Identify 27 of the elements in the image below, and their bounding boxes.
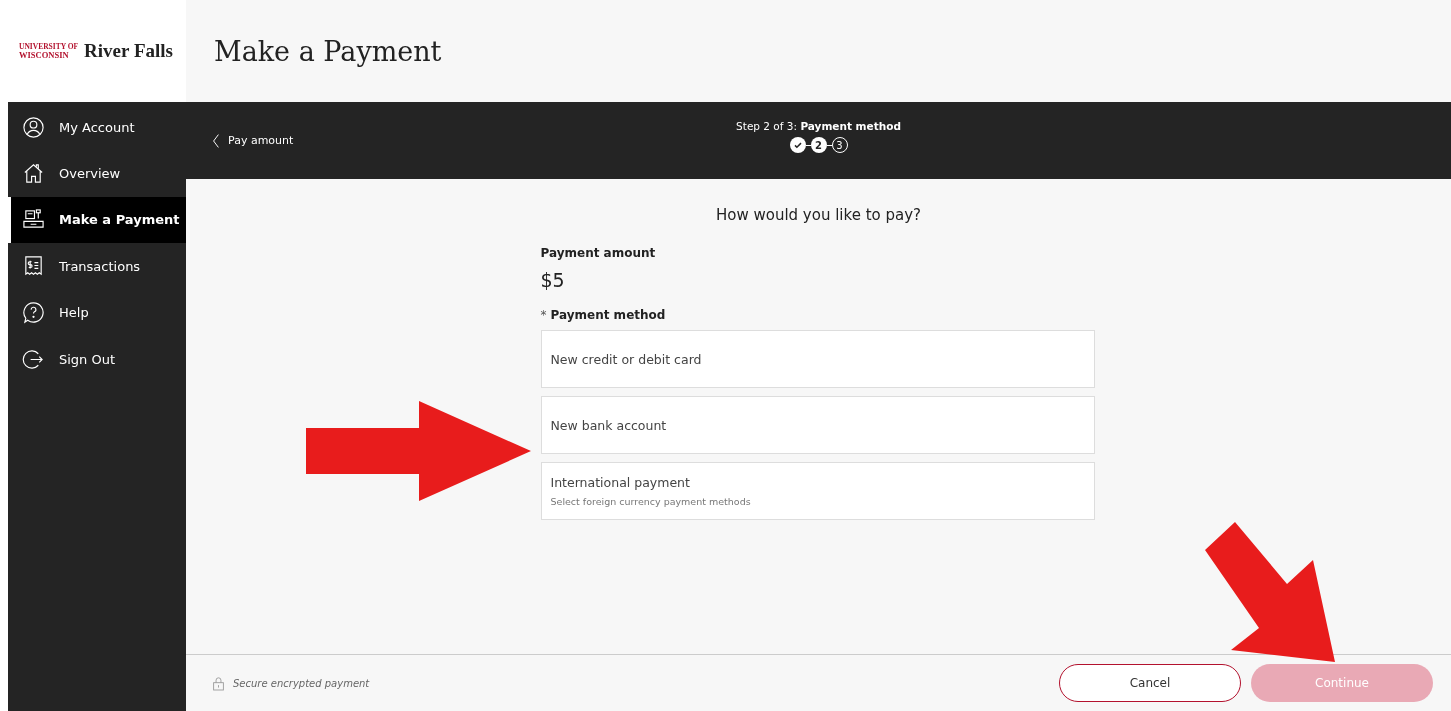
sidebar-item[interactable]: Sign Out <box>8 335 186 383</box>
required-mark: * <box>540 308 547 322</box>
back-link[interactable]: Pay amount <box>212 132 294 149</box>
cancel-button[interactable]: Cancel <box>1059 664 1241 702</box>
amount-value: $5 <box>540 269 566 291</box>
payment-option[interactable]: New bank account <box>540 396 1095 454</box>
payment-option[interactable]: International payment Select foreign currency payment methods <box>540 462 1095 520</box>
step-number: 2 <box>810 137 827 153</box>
sidebar-item[interactable]: Make a Payment <box>8 196 186 244</box>
home-icon <box>22 162 45 186</box>
sidebar-item[interactable]: Help <box>8 289 186 336</box>
sidebar-item[interactable]: My Account <box>8 104 186 151</box>
step-title: Step 2 of 3: Payment method <box>736 120 901 132</box>
secure-payment-note: Secure encrypted payment <box>233 677 370 689</box>
form-question: How would you like to pay? <box>715 206 922 224</box>
help-icon <box>22 301 45 325</box>
receipt-icon <box>22 254 45 278</box>
payment-option[interactable]: New credit or debit card <box>540 330 1095 388</box>
sign-out-icon <box>22 347 45 371</box>
lock-icon <box>212 675 225 691</box>
person-icon <box>22 115 45 139</box>
sidebar-item[interactable]: Overview <box>8 150 186 197</box>
chevron-left-icon <box>212 132 220 149</box>
amount-label: Payment amount <box>540 246 657 260</box>
page-title: Make a Payment <box>214 35 442 67</box>
method-label: Payment method <box>550 308 666 322</box>
sidebar-item[interactable]: Transactions <box>8 243 186 290</box>
